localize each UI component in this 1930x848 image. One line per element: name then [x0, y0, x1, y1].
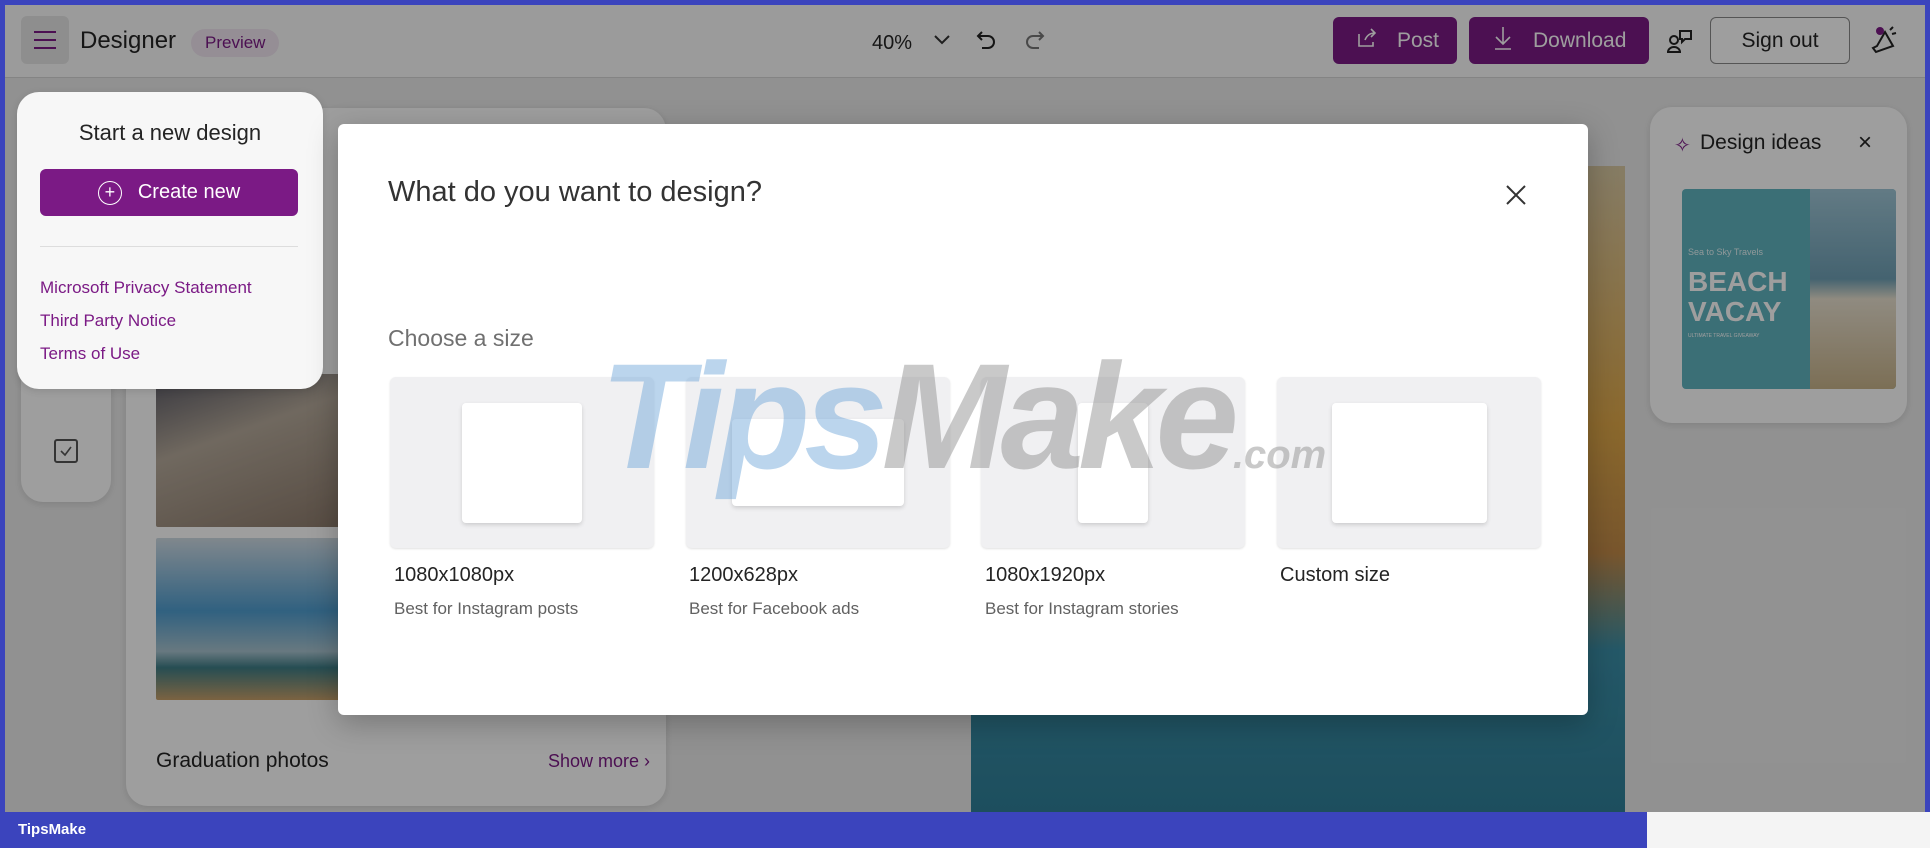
- privacy-link[interactable]: Microsoft Privacy Statement: [40, 278, 252, 298]
- size-option-landscape[interactable]: [686, 377, 950, 548]
- choose-size-label: Choose a size: [388, 325, 534, 351]
- size-option-square[interactable]: [390, 377, 654, 548]
- size-desc: Best for Instagram stories: [985, 599, 1179, 618]
- size-desc: Best for Facebook ads: [689, 599, 860, 618]
- start-design-panel: Start a new design + Create new Microsof…: [17, 92, 323, 389]
- size-label: Custom size: [1280, 564, 1391, 586]
- terms-link[interactable]: Terms of Use: [40, 344, 140, 364]
- create-new-button[interactable]: + Create new: [40, 169, 298, 216]
- divider: [40, 246, 298, 247]
- landscape-preview: [732, 419, 904, 506]
- size-label: 1080x1920px: [985, 564, 1106, 586]
- create-new-label: Create new: [137, 181, 241, 203]
- size-desc: Best for Instagram posts: [394, 599, 579, 618]
- size-option-custom[interactable]: [1277, 377, 1541, 548]
- dialog-title: What do you want to design?: [388, 176, 763, 208]
- footer-blank: [1647, 812, 1930, 848]
- design-size-dialog: What do you want to design? Choose a siz…: [338, 124, 1588, 715]
- third-party-link[interactable]: Third Party Notice: [40, 311, 176, 331]
- size-option-story[interactable]: [981, 377, 1245, 548]
- size-label: 1200x628px: [689, 564, 798, 586]
- custom-preview: [1331, 402, 1487, 523]
- plus-circle-icon: +: [97, 180, 122, 205]
- size-label: 1080x1080px: [394, 564, 515, 586]
- footer-brand: TipsMake: [18, 821, 87, 838]
- start-panel-title: Start a new design: [78, 120, 262, 145]
- footer-bar: TipsMake: [0, 812, 1647, 848]
- portrait-preview: [1078, 402, 1148, 523]
- square-preview: [462, 402, 582, 523]
- close-dialog-icon[interactable]: [1501, 180, 1531, 210]
